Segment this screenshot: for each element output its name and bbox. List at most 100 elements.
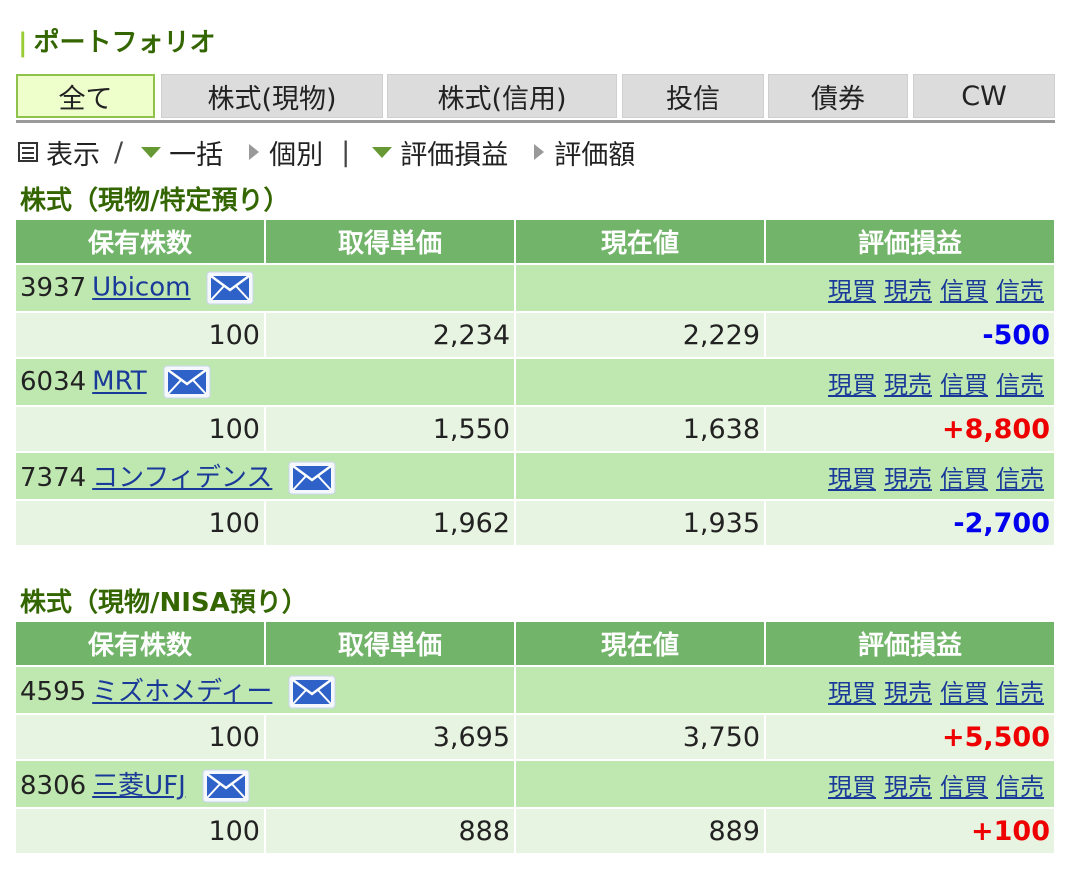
action-link-margin-sell[interactable]: 信売 [996,277,1044,305]
action-link-margin-buy[interactable]: 信買 [940,277,988,305]
tab-funds[interactable]: 投信 [622,74,764,118]
price-value: 1,638 [515,405,766,452]
tab-bonds[interactable]: 債券 [768,74,908,118]
holding-name-row: 4595 ミズホメディー 現買 現売 信買 信売 [16,665,1054,714]
view-valuation-label: 評価額 [554,139,636,171]
trade-actions: 現買 現売 信買 信売 [515,263,1054,312]
price-value: 1,935 [515,499,766,545]
shares-value: 100 [16,807,266,853]
stock-code: 6034 [20,366,87,397]
mail-icon[interactable] [206,271,254,305]
divider: | [341,136,351,168]
pl-value: -2,700 [765,499,1054,545]
mail-icon[interactable] [288,461,336,495]
tab-stock-margin[interactable]: 株式(信用) [387,74,617,118]
shares-value: 100 [16,405,266,452]
asset-tabs: 全て 株式(現物) 株式(信用) 投信 債券 CW [16,74,1055,123]
action-link-margin-buy[interactable]: 信買 [940,773,988,801]
action-link-cash-buy[interactable]: 現買 [828,371,876,399]
col-cost: 取得単価 [265,622,516,666]
trade-actions: 現買 現売 信買 信売 [515,759,1054,808]
stock-name-link[interactable]: Ubicom [92,273,190,303]
stock-name-link[interactable]: MRT [92,367,147,397]
holding-name-row: 3937 Ubicom 現買 現売 信買 信売 [16,263,1054,312]
col-price: 現在値 [515,220,766,264]
action-link-margin-buy[interactable]: 信買 [940,371,988,399]
action-link-margin-buy[interactable]: 信買 [940,679,988,707]
stock-name-cell: 6034 MRT [16,357,516,406]
stock-code: 7374 [20,462,87,493]
holding-values-row: 100 2,234 2,229 -500 [16,311,1054,358]
action-link-cash-sell[interactable]: 現売 [884,773,932,801]
view-valuation[interactable]: 評価額 [530,133,635,172]
col-cost: 取得単価 [265,220,516,264]
tab-all[interactable]: 全て [16,74,155,118]
mail-icon[interactable] [288,675,336,709]
portfolio-table-nisa: 保有株数 取得単価 現在値 評価損益 4595 ミズホメディー 現買 現売 信買 信売 10… [16,622,1054,853]
holding-values-row: 100 1,550 1,638 +8,800 [16,405,1054,452]
action-link-cash-buy[interactable]: 現買 [828,679,876,707]
stock-name-link[interactable]: ミズホメディー [92,677,272,707]
stock-name-cell: 4595 ミズホメディー [16,665,516,714]
col-shares: 保有株数 [16,220,266,264]
tab-stock-cash[interactable]: 株式(現物) [161,74,383,118]
shares-value: 100 [16,311,266,358]
section-title-nisa: 株式（現物/NISA預り） [20,588,308,618]
trade-actions: 現買 現売 信買 信売 [515,357,1054,406]
action-link-cash-buy[interactable]: 現買 [828,277,876,305]
holding-values-row: 100 1,962 1,935 -2,700 [16,499,1054,545]
action-link-margin-sell[interactable]: 信売 [996,679,1044,707]
action-link-margin-buy[interactable]: 信買 [940,465,988,493]
holding-name-row: 7374 コンフィデンス 現買 現売 信買 信売 [16,451,1054,500]
portfolio-table-tokutei: 保有株数 取得単価 現在値 評価損益 3937 Ubicom 現買 現売 信買 信売 100… [16,220,1054,545]
view-bulk[interactable]: 一括 [137,133,223,172]
stock-code: 3937 [20,272,87,303]
mail-icon[interactable] [163,365,211,399]
display-label: 表示 [46,139,100,171]
price-value: 2,229 [515,311,766,358]
cost-value: 1,550 [265,405,516,452]
shares-value: 100 [16,499,266,545]
holding-name-row: 8306 三菱UFJ 現買 現売 信買 信売 [16,759,1054,808]
stock-name-link[interactable]: コンフィデンス [92,463,272,493]
view-toolbar: 表示 / 一括 個別 | 評価損益 評価額 [18,133,635,172]
action-link-margin-sell[interactable]: 信売 [996,371,1044,399]
page-title: | ポートフォリオ [18,22,216,59]
trade-actions: 現買 現売 信買 信売 [515,451,1054,500]
cost-value: 1,962 [265,499,516,545]
holding-values-row: 100 888 889 +100 [16,807,1054,853]
view-individual[interactable]: 個別 [245,133,323,172]
action-link-cash-sell[interactable]: 現売 [884,277,932,305]
trade-actions: 現買 現売 信買 信売 [515,665,1054,714]
stock-name-cell: 3937 Ubicom [16,263,516,312]
col-price: 現在値 [515,622,766,666]
action-link-margin-sell[interactable]: 信売 [996,465,1044,493]
cost-value: 3,695 [265,713,516,760]
col-pl: 評価損益 [765,220,1054,264]
action-link-cash-sell[interactable]: 現売 [884,679,932,707]
cost-value: 888 [265,807,516,853]
pl-value: +8,800 [765,405,1054,452]
action-link-cash-buy[interactable]: 現買 [828,773,876,801]
view-individual-label: 個別 [269,139,324,171]
shares-value: 100 [16,713,266,760]
col-pl: 評価損益 [765,622,1054,666]
holding-name-row: 6034 MRT 現買 現売 信買 信売 [16,357,1054,406]
stock-name-cell: 7374 コンフィデンス [16,451,516,500]
action-link-cash-sell[interactable]: 現売 [884,465,932,493]
view-bulk-label: 一括 [169,139,224,171]
stock-name-link[interactable]: 三菱UFJ [92,771,186,801]
action-link-cash-buy[interactable]: 現買 [828,465,876,493]
cost-value: 2,234 [265,311,516,358]
action-link-cash-sell[interactable]: 現売 [884,371,932,399]
triangle-right-icon [534,144,545,160]
tab-cw[interactable]: CW [913,74,1055,118]
price-value: 889 [515,807,766,853]
holding-values-row: 100 3,695 3,750 +5,500 [16,713,1054,760]
pl-value: +5,500 [765,713,1054,760]
triangle-down-icon [372,146,393,158]
title-accent-bar: | [18,28,28,58]
action-link-margin-sell[interactable]: 信売 [996,773,1044,801]
mail-icon[interactable] [202,769,250,803]
view-pl[interactable]: 評価損益 [368,133,508,172]
